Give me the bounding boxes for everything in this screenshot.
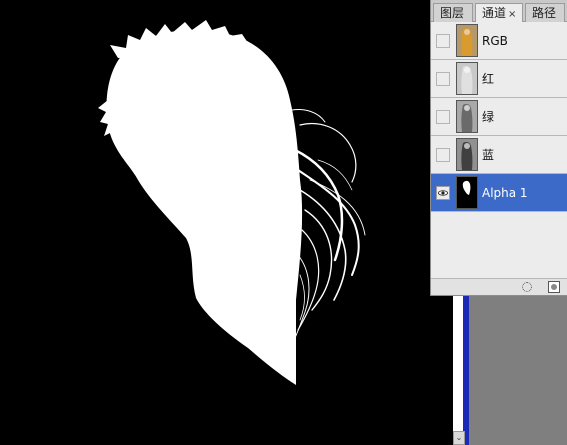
gray-photo-thumb-icon: [456, 100, 478, 133]
tab-channels-label: 通道: [482, 6, 507, 20]
channel-row-alpha-1[interactable]: Alpha 1: [431, 174, 567, 212]
channel-row-red[interactable]: 红: [431, 60, 567, 98]
color-photo-thumb-icon: [456, 24, 478, 57]
visibility-toggle-green[interactable]: [436, 110, 450, 124]
panel-tab-bar: 图层 通道 × 路径: [431, 0, 567, 23]
tab-paths[interactable]: 路径: [525, 3, 565, 22]
tab-layers-label: 图层: [440, 6, 465, 20]
load-selection-icon[interactable]: [522, 282, 532, 292]
channel-label-rgb: RGB: [482, 34, 508, 48]
channel-row-blue[interactable]: 蓝: [431, 136, 567, 174]
visibility-toggle-red[interactable]: [436, 72, 450, 86]
visibility-toggle-alpha-1[interactable]: [436, 186, 450, 200]
close-icon[interactable]: ×: [508, 9, 516, 20]
save-selection-icon[interactable]: [548, 281, 560, 293]
scroll-down-arrow-icon[interactable]: ⌄: [453, 431, 465, 445]
panel-footer: [431, 278, 567, 295]
workspace-background: [453, 296, 567, 445]
mask-thumb-icon: [456, 176, 478, 209]
channel-label-red: 红: [482, 72, 495, 86]
channel-row-green[interactable]: 绿: [431, 98, 567, 136]
channel-label-blue: 蓝: [482, 148, 495, 162]
channel-label-alpha-1: Alpha 1: [482, 186, 528, 200]
gray-photo-thumb-icon: [456, 62, 478, 95]
document-window-border: [453, 296, 469, 445]
channels-panel: 图层 通道 × 路径 RGB 红 绿 蓝 Alpha 1: [430, 0, 567, 296]
channel-row-rgb[interactable]: RGB: [431, 22, 567, 60]
eye-icon: [438, 190, 448, 196]
channel-label-green: 绿: [482, 110, 495, 124]
gray-photo-thumb-icon: [456, 138, 478, 171]
tab-layers[interactable]: 图层: [433, 3, 473, 22]
tab-channels[interactable]: 通道 ×: [475, 3, 523, 23]
tab-paths-label: 路径: [532, 6, 557, 20]
visibility-toggle-blue[interactable]: [436, 148, 450, 162]
visibility-toggle-rgb[interactable]: [436, 34, 450, 48]
